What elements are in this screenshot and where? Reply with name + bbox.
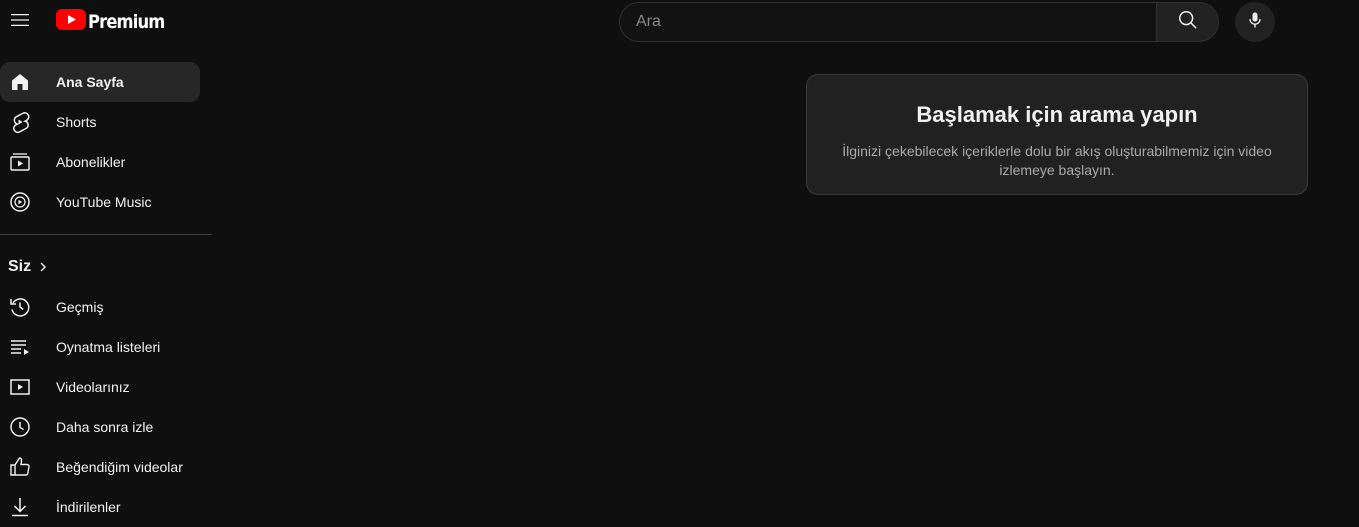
prompt-description: İlginizi çekebilecek içeriklerle dolu bi…	[842, 143, 1272, 178]
sidebar-item-label: İndirilenler	[56, 499, 121, 515]
sidebar-item-youtube-music[interactable]: YouTube Music	[0, 182, 200, 222]
chevron-right-icon	[37, 261, 49, 273]
sidebar-item-downloads[interactable]: İndirilenler	[0, 487, 200, 527]
sidebar-item-label: Daha sonra izle	[56, 419, 154, 435]
sidebar-item-home[interactable]: Ana Sayfa	[0, 62, 200, 102]
playlists-icon	[8, 335, 32, 359]
sidebar: Ana Sayfa Shorts Abonelikler YouTube Mus…	[0, 62, 212, 527]
downloads-icon	[8, 495, 32, 519]
sidebar-item-subscriptions[interactable]: Abonelikler	[0, 142, 200, 182]
sidebar-item-label: Beğendiğim videolar	[56, 459, 183, 475]
watch-later-icon	[8, 415, 32, 439]
sidebar-item-playlists[interactable]: Oynatma listeleri	[0, 327, 200, 367]
microphone-icon	[1245, 10, 1265, 35]
search-prompt-card: Başlamak için arama yapın İlginizi çekeb…	[806, 74, 1308, 195]
you-section-title: Siz	[8, 258, 32, 275]
search-input[interactable]	[619, 2, 1156, 42]
search-box	[619, 2, 1219, 42]
brand-label: Premium	[88, 11, 165, 33]
prompt-title: Başlamak için arama yapın	[916, 102, 1198, 127]
sidebar-item-liked-videos[interactable]: Beğendiğim videolar	[0, 447, 200, 487]
search-icon	[1177, 9, 1199, 36]
sidebar-item-shorts[interactable]: Shorts	[0, 102, 200, 142]
youtube-premium-logo[interactable]: Premium	[56, 9, 177, 35]
youtube-logo-icon	[56, 9, 86, 35]
sidebar-item-label: Shorts	[56, 114, 97, 130]
search-button[interactable]	[1156, 2, 1219, 42]
sidebar-item-label: Oynatma listeleri	[56, 339, 161, 355]
history-icon	[8, 295, 32, 319]
sidebar-item-your-videos[interactable]: Videolarınız	[0, 367, 200, 407]
hamburger-menu-icon	[8, 8, 32, 37]
your-videos-icon	[8, 375, 32, 399]
home-icon	[8, 70, 32, 94]
sidebar-item-label: Geçmiş	[56, 299, 104, 315]
you-section-header[interactable]: Siz	[0, 247, 212, 287]
subscriptions-icon	[8, 150, 32, 174]
sidebar-item-label: YouTube Music	[56, 194, 152, 210]
sidebar-divider	[0, 234, 212, 235]
youtube-music-icon	[8, 190, 32, 214]
sidebar-item-watch-later[interactable]: Daha sonra izle	[0, 407, 200, 447]
sidebar-item-label: Videolarınız	[56, 379, 130, 395]
sidebar-item-label: Abonelikler	[56, 154, 126, 170]
shorts-icon	[8, 110, 32, 134]
masthead: Premium	[0, 0, 1359, 44]
sidebar-item-label: Ana Sayfa	[56, 74, 124, 90]
guide-menu-button[interactable]	[4, 6, 36, 38]
voice-search-button[interactable]	[1235, 2, 1275, 42]
sidebar-item-history[interactable]: Geçmiş	[0, 287, 200, 327]
liked-videos-icon	[8, 455, 32, 479]
